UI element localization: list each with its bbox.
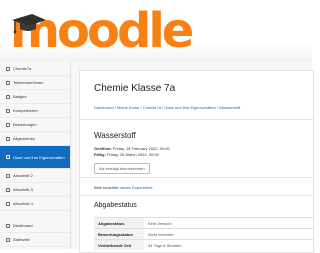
sidebar-item-label: Abschnitt 2 [13, 173, 33, 178]
status-value: 34 Tage 8 Stunden [144, 239, 313, 250]
header-divider [80, 119, 313, 120]
status-value: Nicht bewertet [144, 228, 313, 240]
mark-as-done-button[interactable]: Als erledigt kennzeichnen [94, 163, 150, 174]
dashboard-icon [6, 223, 10, 228]
folder-icon [6, 201, 10, 206]
moodle-logo: moodle [10, 3, 194, 59]
content-divider [80, 177, 313, 178]
sidebar-item-badges[interactable]: Badges [0, 90, 70, 104]
due-label: Fällig: [94, 152, 106, 157]
folder-icon [6, 155, 10, 159]
table-row: Bewertungsstatus Nicht bewertet [94, 228, 313, 240]
status-key: Abgabestatus [94, 217, 144, 229]
sidebar-item-label: Bewertungen [13, 122, 37, 127]
assignment-card: Chemie Klasse 7a Dashboard / Meine Kurse… [79, 70, 314, 253]
status-key: Verbleibende Zeit [94, 239, 144, 250]
opened-label: Geöffnet: [94, 146, 112, 151]
sidebar-item-label: Abschnitt 4 [13, 201, 33, 206]
moodle-app-window: Chemie7a Teilnehmer/innen Badges Kompete… [0, 62, 314, 253]
users-icon [6, 80, 10, 85]
table-row: Abgabestatus Kein Versuch [94, 217, 313, 229]
moodle-logo-banner: moodle [0, 0, 312, 62]
assignment-title: Wasserstoff [94, 131, 136, 140]
cap-icon [6, 66, 10, 71]
due-date: Fällig: Friday, 25 March 2022, 00:00 [94, 152, 170, 158]
sidebar-item-competencies[interactable]: Kompetenzen [0, 104, 70, 118]
sidebar-item-label: Badges [13, 94, 27, 99]
sidebar-item-label: Kompetenzen [13, 108, 38, 113]
sidebar-item-chemie7a[interactable]: Chemie7a [0, 62, 70, 76]
status-key: Bewertungsstatus [94, 228, 144, 240]
sidebar-item-home[interactable]: Startseite [0, 233, 70, 247]
sidebar-item-section-4[interactable]: Abschnitt 4 [0, 197, 70, 211]
sidebar-item-participants[interactable]: Teilnehmer/innen [0, 76, 70, 90]
main-content: Chemie Klasse 7a Dashboard / Meine Kurse… [71, 62, 314, 253]
sidebar-item-label: Chemie7a [13, 66, 32, 71]
table-row: Verbleibende Zeit 34 Tage 8 Stunden [94, 239, 313, 250]
sidebar-item-label: Gase und ihre Eigenschaften [13, 154, 65, 160]
home-icon [6, 237, 10, 242]
section-divider [80, 195, 313, 196]
grades-icon [6, 122, 10, 127]
submission-status-table: Abgabestatus Kein Versuch Bewertungsstatu… [94, 217, 313, 250]
due-value: Friday, 25 March 2022, 00:00 [106, 152, 159, 157]
intro-text: Bitte beachtet [94, 185, 119, 190]
sidebar-item-gases[interactable]: Gase und ihre Eigenschaften [0, 146, 70, 169]
sidebar-item-label: Teilnehmer/innen [13, 80, 44, 85]
experiment-link[interactable]: dieses Experiment. [120, 185, 154, 190]
sidebar-item-grades[interactable]: Bewertungen [0, 118, 70, 132]
assignment-dates: Geöffnet: Friday, 18 February 2022, 00:0… [94, 146, 170, 158]
sidebar-item-section-2[interactable]: Abschnitt 2 [0, 169, 70, 183]
page-title: Chemie Klasse 7a [94, 83, 176, 94]
submission-status-heading: Abgabestatus [94, 202, 137, 209]
sidebar-item-label: Dashboard [13, 223, 33, 228]
course-navigation-sidebar: Chemie7a Teilnehmer/innen Badges Kompete… [0, 62, 71, 249]
opened-value: Friday, 18 February 2022, 00:00 [112, 146, 170, 151]
badge-icon [6, 94, 10, 99]
mortarboard-icon [12, 14, 46, 34]
folder-icon [6, 173, 10, 178]
breadcrumb[interactable]: Dashboard / Meine Kurse / Chemie7a / Gas… [94, 105, 240, 110]
check-icon [6, 108, 10, 113]
folder-icon [6, 187, 10, 192]
sidebar-item-general[interactable]: Allgemeines [0, 132, 70, 146]
sidebar-item-label: Allgemeines [13, 136, 35, 141]
assignment-intro: Bitte beachtet dieses Experiment. [94, 185, 154, 190]
sidebar-item-section-3[interactable]: Abschnitt 3 [0, 183, 70, 197]
sidebar-item-label: Abschnitt 3 [13, 187, 33, 192]
sidebar-item-dashboard[interactable]: Dashboard [0, 219, 70, 233]
status-value: Kein Versuch [144, 217, 313, 229]
sidebar-item-label: Startseite [13, 237, 30, 242]
folder-icon [6, 136, 10, 141]
